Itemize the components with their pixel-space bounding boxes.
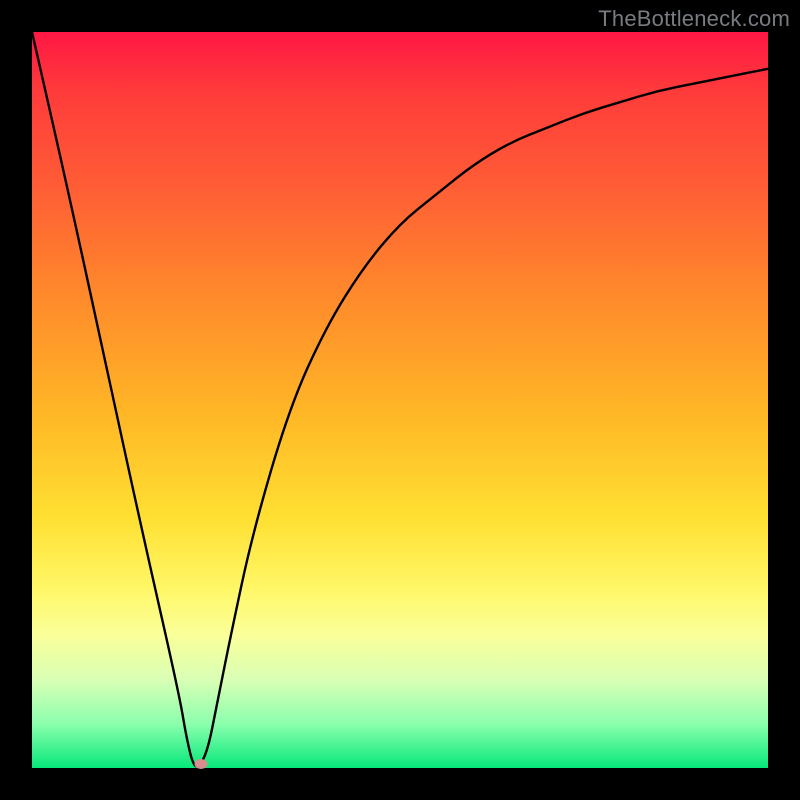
chart-container: TheBottleneck.com	[0, 0, 800, 800]
curve-layer	[32, 32, 768, 768]
attribution-text: TheBottleneck.com	[598, 6, 790, 32]
plot-area	[32, 32, 768, 768]
minimum-marker	[195, 759, 208, 769]
bottleneck-curve	[32, 32, 768, 766]
